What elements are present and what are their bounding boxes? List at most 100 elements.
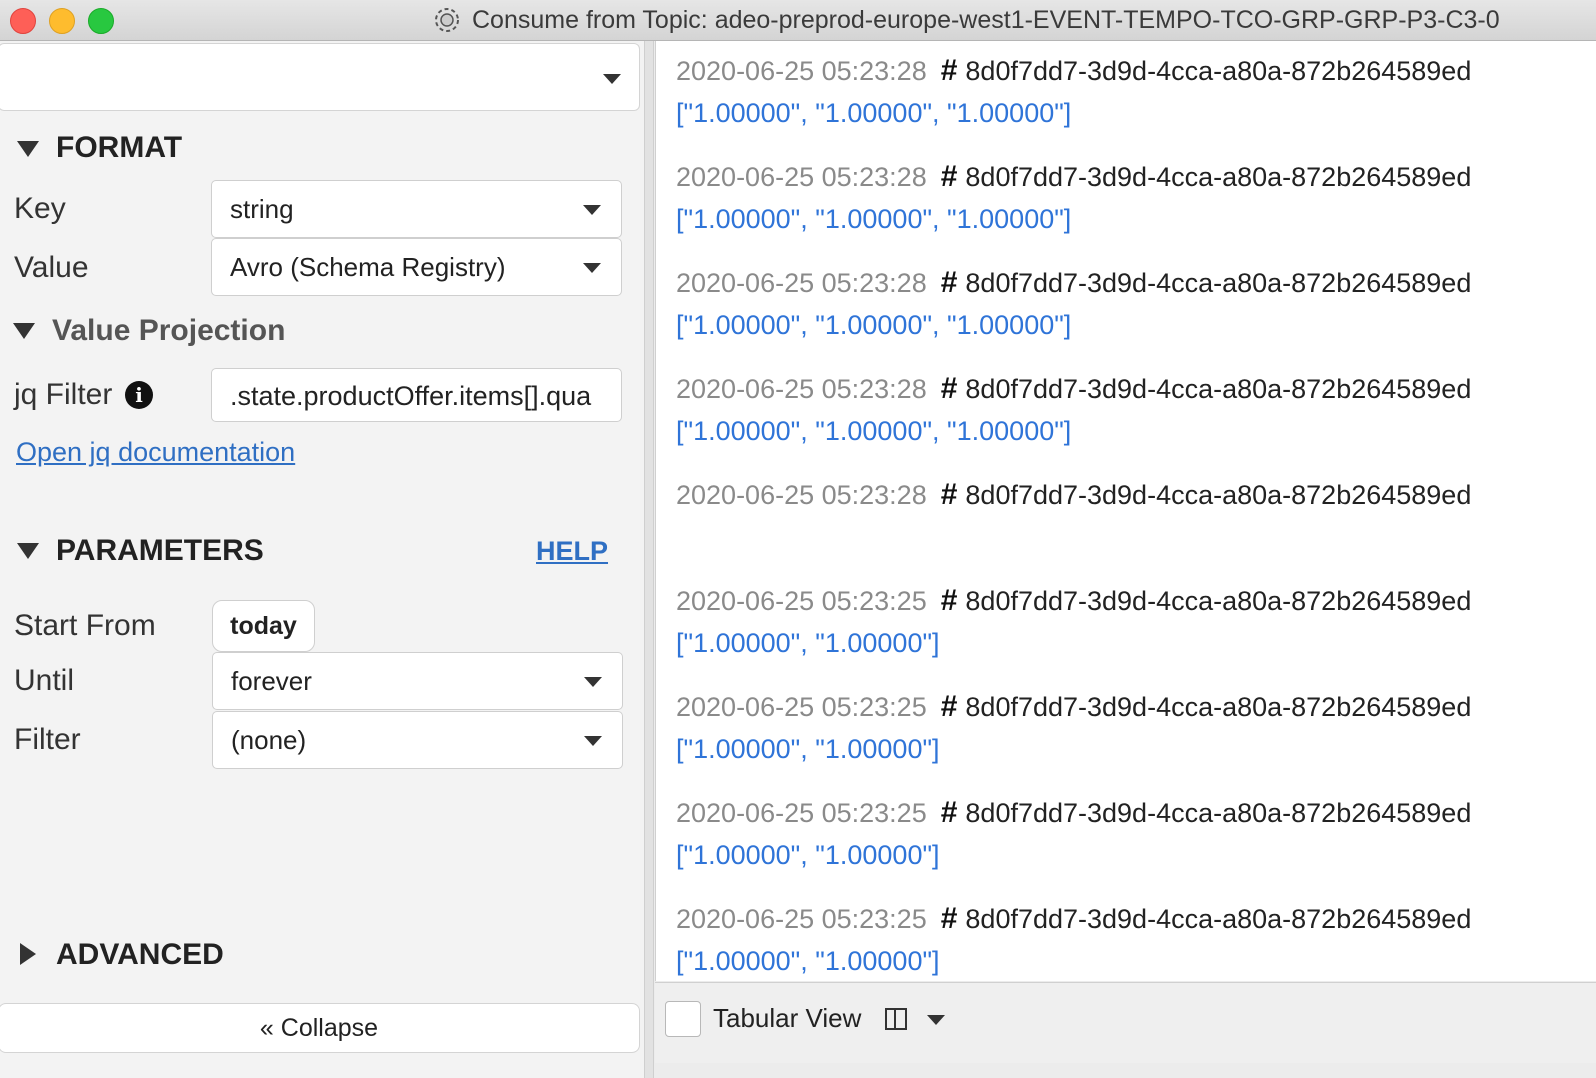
tabular-view-checkbox[interactable] [665,1001,701,1037]
columns-icon[interactable] [885,1008,907,1030]
message-row[interactable]: 2020-06-25 05:23:25 #8d0f7dd7-3d9d-4cca-a… [676,793,1596,877]
window-title: Consume from Topic: adeo-preprod-europe-… [472,6,1500,34]
message-key: 8d0f7dd7-3d9d-4cca-a80a-872b264589ed [965,586,1472,616]
hash-icon: # [940,902,958,935]
expand-format-icon[interactable] [17,141,39,157]
title-bar: Consume from Topic: adeo-preprod-europe-… [0,0,1596,41]
chevron-down-icon[interactable] [927,1015,945,1025]
filter-select[interactable]: (none) [212,711,623,769]
hash-icon: # [940,690,958,723]
expand-advanced-icon[interactable] [20,943,36,965]
message-header: 2020-06-25 05:23:28 #8d0f7dd7-3d9d-4cca-a… [676,157,1596,197]
message-value: ["1.00000", "1.00000"] [676,734,940,764]
message-row[interactable]: 2020-06-25 05:23:28 #8d0f7dd7-3d9d-4cca-a… [676,51,1596,135]
message-value: ["1.00000", "1.00000", "1.00000"] [676,98,1072,128]
until-label: Until [14,664,75,697]
message-header: 2020-06-25 05:23:25 #8d0f7dd7-3d9d-4cca-a… [676,581,1596,621]
hash-icon: # [940,372,958,405]
message-key: 8d0f7dd7-3d9d-4cca-a80a-872b264589ed [965,162,1472,192]
message-timestamp: 2020-06-25 05:23:25 [676,904,927,934]
expand-projection-icon[interactable] [13,323,35,339]
hash-icon: # [940,796,958,829]
jq-filter-label: jq Filter [14,378,113,411]
start-from-button[interactable]: today [212,600,315,652]
value-projection-heading[interactable]: Value Projection [52,314,285,348]
hash-icon: # [940,266,958,299]
message-key: 8d0f7dd7-3d9d-4cca-a80a-872b264589ed [965,692,1472,722]
message-header: 2020-06-25 05:23:25 #8d0f7dd7-3d9d-4cca-a… [676,899,1596,939]
zoom-window-button[interactable] [88,8,114,34]
message-timestamp: 2020-06-25 05:23:25 [676,692,927,722]
tabular-view-label: Tabular View [713,1003,862,1033]
format-heading[interactable]: FORMAT [56,131,182,165]
jq-filter-input[interactable]: .state.productOffer.items[].qua [211,368,622,422]
filter-value: (none) [231,725,307,755]
message-value: ["1.00000", "1.00000"] [676,946,940,976]
chevron-down-icon [584,677,602,687]
message-key: 8d0f7dd7-3d9d-4cca-a80a-872b264589ed [965,56,1472,86]
message-value: ["1.00000", "1.00000"] [676,840,940,870]
message-timestamp: 2020-06-25 05:23:28 [676,480,927,510]
chevron-down-icon [583,205,601,215]
message-value: ["1.00000", "1.00000", "1.00000"] [676,204,1072,234]
hash-icon: # [940,478,958,511]
message-row[interactable]: 2020-06-25 05:23:25 #8d0f7dd7-3d9d-4cca-a… [676,899,1596,981]
hash-icon: # [940,54,958,87]
message-value: ["1.00000", "1.00000"] [676,628,940,658]
message-header: 2020-06-25 05:23:28 #8d0f7dd7-3d9d-4cca-a… [676,369,1596,409]
message-timestamp: 2020-06-25 05:23:25 [676,586,927,616]
message-timestamp: 2020-06-25 05:23:28 [676,268,927,298]
message-timestamp: 2020-06-25 05:23:28 [676,374,927,404]
chevron-down-icon [603,74,621,84]
value-format-select[interactable]: Avro (Schema Registry) [211,238,622,296]
message-timestamp: 2020-06-25 05:23:28 [676,56,927,86]
collapse-button[interactable]: « Collapse [0,1003,640,1053]
message-row[interactable]: 2020-06-25 05:23:25 #8d0f7dd7-3d9d-4cca-a… [676,581,1596,665]
open-jq-documentation-link[interactable]: Open jq documentation [16,437,295,468]
close-window-button[interactable] [10,8,36,34]
chevron-down-icon [583,263,601,273]
message-header: 2020-06-25 05:23:25 #8d0f7dd7-3d9d-4cca-a… [676,793,1596,833]
chevron-down-icon [584,736,602,746]
message-key: 8d0f7dd7-3d9d-4cca-a80a-872b264589ed [965,374,1472,404]
message-header: 2020-06-25 05:23:28 #8d0f7dd7-3d9d-4cca-a… [676,475,1596,515]
panel-splitter[interactable] [644,41,654,1078]
message-header: 2020-06-25 05:23:28 #8d0f7dd7-3d9d-4cca-a… [676,51,1596,91]
message-row[interactable]: 2020-06-25 05:23:28 #8d0f7dd7-3d9d-4cca-a… [676,369,1596,453]
message-row[interactable]: 2020-06-25 05:23:28 #8d0f7dd7-3d9d-4cca-a… [676,157,1596,241]
message-value: ["1.00000", "1.00000", "1.00000"] [676,416,1072,446]
key-format-value: string [230,194,294,224]
message-row[interactable]: 2020-06-25 05:23:25 #8d0f7dd7-3d9d-4cca-a… [676,687,1596,771]
message-list[interactable]: 2020-06-25 05:23:28 #8d0f7dd7-3d9d-4cca-a… [655,41,1596,981]
consumer-settings-panel: FORMAT Key string Value Avro (Schema Reg… [0,41,644,1078]
value-format-value: Avro (Schema Registry) [230,252,506,282]
message-row[interactable]: 2020-06-25 05:23:28 #8d0f7dd7-3d9d-4cca-a… [676,263,1596,347]
until-select[interactable]: forever [212,652,623,710]
value-label: Value [14,251,89,284]
advanced-heading[interactable]: ADVANCED [56,938,224,972]
filter-label: Filter [14,723,81,756]
key-format-select[interactable]: string [211,180,622,238]
expand-parameters-icon[interactable] [17,543,39,559]
bottom-toolbar: Tabular View [655,982,1596,1063]
message-header: 2020-06-25 05:23:25 #8d0f7dd7-3d9d-4cca-a… [676,687,1596,727]
hash-icon: # [940,584,958,617]
message-key: 8d0f7dd7-3d9d-4cca-a80a-872b264589ed [965,904,1472,934]
message-row[interactable]: 2020-06-25 05:23:28 #8d0f7dd7-3d9d-4cca-a… [676,475,1596,559]
until-value: forever [231,666,312,696]
hash-icon: # [940,160,958,193]
consume-icon [435,8,459,32]
message-value: ["1.00000", "1.00000", "1.00000"] [676,310,1072,340]
help-link[interactable]: HELP [536,536,608,567]
start-from-label: Start From [14,609,156,642]
message-header: 2020-06-25 05:23:28 #8d0f7dd7-3d9d-4cca-a… [676,263,1596,303]
message-value [676,515,1596,559]
message-timestamp: 2020-06-25 05:23:25 [676,798,927,828]
info-icon[interactable]: i [125,381,153,409]
parameters-heading[interactable]: PARAMETERS [56,534,264,568]
key-label: Key [14,192,66,225]
minimize-window-button[interactable] [49,8,75,34]
message-key: 8d0f7dd7-3d9d-4cca-a80a-872b264589ed [965,480,1472,510]
message-timestamp: 2020-06-25 05:23:28 [676,162,927,192]
topic-select[interactable] [0,43,640,111]
